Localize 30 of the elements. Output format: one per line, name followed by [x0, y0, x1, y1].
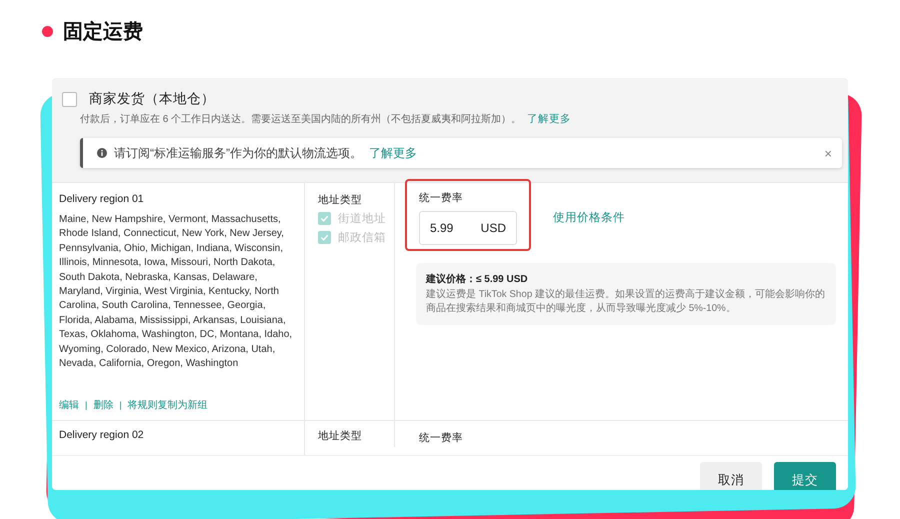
- cancel-button[interactable]: 取消: [700, 462, 762, 490]
- rate-input[interactable]: 5.99 USD: [419, 211, 517, 245]
- separator: |: [119, 400, 122, 410]
- action-link[interactable]: 编辑: [59, 398, 79, 412]
- checkbox-label: 街道地址: [338, 212, 386, 226]
- action-link[interactable]: 删除: [93, 398, 114, 412]
- address-type-label: 地址类型: [318, 429, 363, 443]
- notice-text: 请订阅“标准运输服务”作为你的默认物流选项。: [114, 144, 362, 162]
- suggestion-title: 建议价格：≤ 5.99 USD: [426, 272, 529, 286]
- states-list: Maine, New Hampshire, Vermont, Massachusetts, Rhode Island, Connecticut, New York, New Jersey, Pennsylvania, Ohio, Michigan, Indiana, Wisconsin, Illinois, Minnesota, Iowa, Missouri, North Dakota, South Dakota, Nebraska, Kansas, Delaware, Maryland, Virginia, West Virginia, Kentucky, North Carolina, South Carolina, Tennessee, Georgia, Florida, Alabama, Mississippi, Arkansas, Louisiana, Texas, Oklahoma, Washington, DC, Montana, Idaho, Wyoming, Colorado, New Mexico, Arizona, Utah, Nevada, California, Oregon, Washington: [59, 213, 296, 372]
- bullet-dot: [42, 26, 53, 36]
- learn-more-link[interactable]: 了解更多: [527, 113, 572, 125]
- info-icon: [97, 148, 107, 158]
- rate-label: 统一费率: [419, 431, 463, 445]
- submit-button[interactable]: 提交: [774, 462, 836, 490]
- checkbox-label: 邮政信箱: [338, 230, 386, 245]
- option-description: 付款后，订单应在 6 个工作日内送达。需要运送至美国内陆的所有州（不包括夏威夷和阿拉斯加）。: [80, 114, 522, 125]
- action-link[interactable]: 将规则复制为新组: [128, 398, 208, 412]
- address-type-label: 地址类型: [318, 193, 363, 207]
- option-title: 商家发货（本地仓）: [89, 90, 215, 108]
- region-name: Delivery region 01: [59, 193, 145, 205]
- suggestion-text: 建议运费是 TikTok Shop 建议的最佳运费。如果设置的运费高于建议金额，可能会影响你的商品在搜索结果和商城页中的曝光度，从而导致曝光度减少 5%-10%。: [426, 288, 826, 316]
- learn-more-link[interactable]: 了解更多: [369, 144, 417, 162]
- rate-label: 统一费率: [419, 191, 464, 205]
- page-title: 固定运费: [63, 20, 143, 44]
- separator: |: [85, 400, 88, 410]
- close-button[interactable]: ×: [824, 146, 832, 160]
- price-conditions-link[interactable]: 使用价格条件: [553, 210, 625, 224]
- checkbox[interactable]: [62, 92, 77, 106]
- region-name: Delivery region 02: [59, 429, 145, 441]
